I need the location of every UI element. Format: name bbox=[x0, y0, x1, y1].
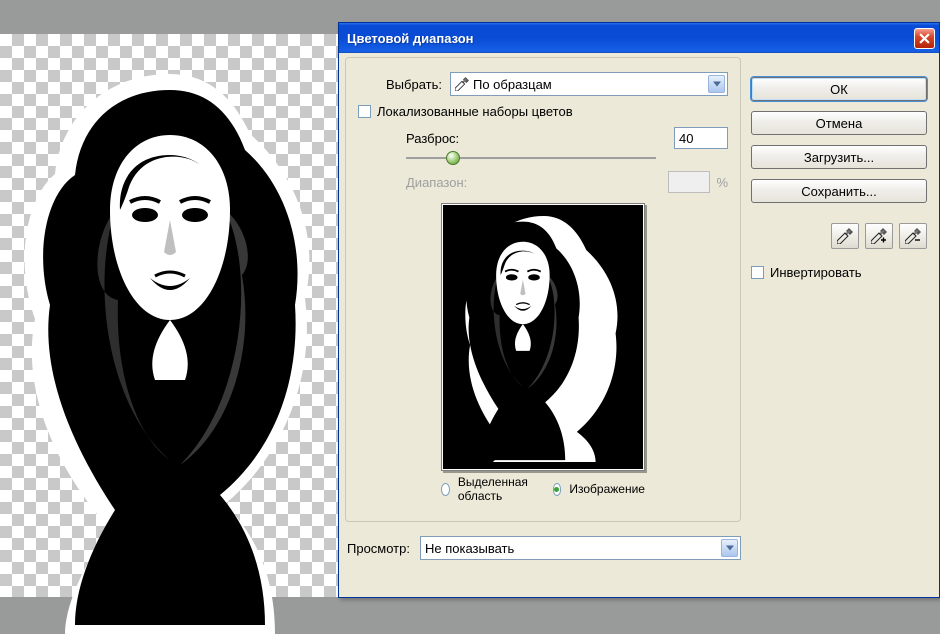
eyedropper-subtract-tool[interactable] bbox=[899, 223, 927, 249]
color-range-dialog: Цветовой диапазон Выбрать: По образцам bbox=[338, 22, 940, 598]
preview-portrait bbox=[456, 216, 632, 462]
select-dropdown[interactable]: По образцам bbox=[450, 72, 728, 96]
fuzziness-input[interactable]: 40 bbox=[674, 127, 728, 149]
eyedropper-minus-icon bbox=[905, 228, 921, 244]
close-button[interactable] bbox=[914, 28, 935, 49]
close-icon bbox=[919, 33, 930, 44]
save-button[interactable]: Сохранить... bbox=[751, 179, 927, 203]
fuzziness-slider[interactable] bbox=[406, 157, 656, 159]
range-input bbox=[668, 171, 710, 193]
dialog-title: Цветовой диапазон bbox=[347, 31, 914, 46]
radio-image-label: Изображение bbox=[569, 482, 645, 496]
select-value: По образцам bbox=[473, 77, 552, 92]
options-group: Выбрать: По образцам Локализованные набо… bbox=[345, 57, 741, 522]
cancel-button[interactable]: Отмена bbox=[751, 111, 927, 135]
editor-canvas[interactable] bbox=[0, 34, 338, 597]
eyedropper-plus-icon bbox=[871, 228, 887, 244]
preview-mode-label: Просмотр: bbox=[347, 541, 410, 556]
eyedropper-icon bbox=[837, 228, 853, 244]
localized-checkbox[interactable] bbox=[358, 105, 371, 118]
load-button[interactable]: Загрузить... bbox=[751, 145, 927, 169]
eyedropper-tool[interactable] bbox=[831, 223, 859, 249]
range-unit: % bbox=[716, 175, 728, 190]
fuzziness-label: Разброс: bbox=[406, 131, 532, 146]
ok-button[interactable]: ОК bbox=[751, 77, 927, 101]
chevron-down-icon bbox=[721, 539, 738, 557]
chevron-down-icon bbox=[708, 75, 725, 93]
select-label: Выбрать: bbox=[358, 77, 442, 92]
preview-mode-value: Не показывать bbox=[425, 541, 514, 556]
radio-selection-label: Выделенная область bbox=[458, 475, 532, 503]
preview-mode-dropdown[interactable]: Не показывать bbox=[420, 536, 741, 560]
invert-checkbox[interactable] bbox=[751, 266, 764, 279]
slider-knob[interactable] bbox=[446, 151, 460, 165]
portrait-artwork bbox=[20, 74, 320, 634]
radio-image[interactable] bbox=[553, 483, 562, 496]
eyedropper-icon bbox=[455, 77, 469, 91]
localized-label: Локализованные наборы цветов bbox=[377, 104, 573, 119]
titlebar[interactable]: Цветовой диапазон bbox=[339, 23, 939, 53]
preview-image[interactable] bbox=[441, 203, 645, 471]
range-label: Диапазон: bbox=[406, 175, 532, 190]
radio-selection[interactable] bbox=[441, 483, 450, 496]
eyedropper-add-tool[interactable] bbox=[865, 223, 893, 249]
invert-label: Инвертировать bbox=[770, 265, 862, 280]
